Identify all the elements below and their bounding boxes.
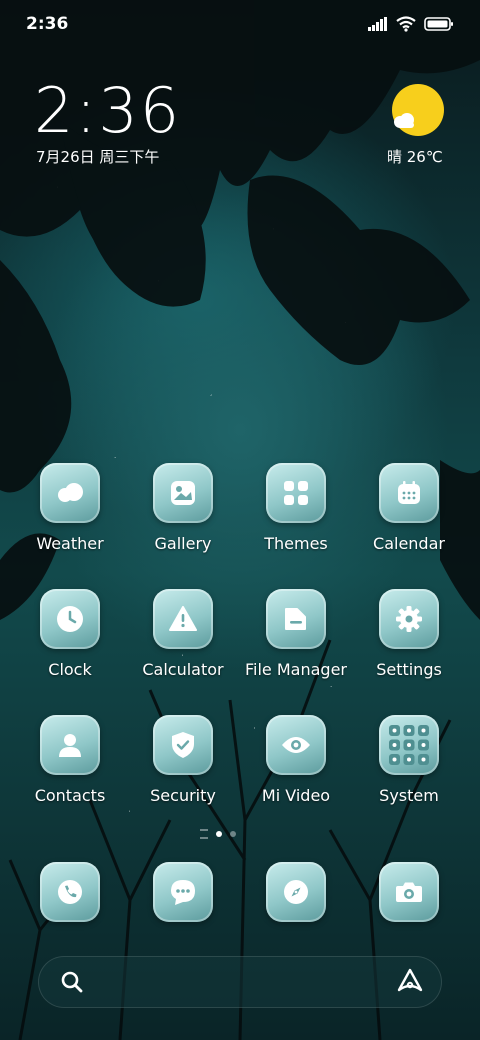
app-mi-video[interactable]: Mi Video bbox=[241, 715, 351, 805]
app-weather[interactable]: Weather bbox=[15, 463, 125, 553]
weather-app-icon[interactable] bbox=[40, 463, 100, 523]
app-contacts[interactable]: Contacts bbox=[15, 715, 125, 805]
settings-app-icon[interactable] bbox=[379, 589, 439, 649]
dock-messages[interactable] bbox=[128, 862, 238, 922]
app-folder-system[interactable]: System bbox=[354, 715, 464, 805]
app-security[interactable]: Security bbox=[128, 715, 238, 805]
app-label: Gallery bbox=[154, 534, 212, 553]
contacts-app-icon[interactable] bbox=[40, 715, 100, 775]
folder-icon bbox=[285, 608, 306, 630]
person-icon bbox=[59, 734, 81, 757]
dock-phone[interactable] bbox=[15, 862, 125, 922]
page-dot bbox=[230, 831, 236, 837]
app-label: Settings bbox=[376, 660, 442, 679]
weather-condition-temp: 晴 26℃ bbox=[387, 148, 443, 166]
calendar-app-icon[interactable] bbox=[379, 463, 439, 523]
shield-icon bbox=[172, 732, 194, 758]
gallery-app-icon[interactable] bbox=[153, 463, 213, 523]
page-dot-active bbox=[216, 831, 222, 837]
app-label: File Manager bbox=[245, 660, 347, 679]
app-themes[interactable]: Themes bbox=[241, 463, 351, 553]
status-time: 2:36 bbox=[26, 14, 69, 34]
eye-icon bbox=[282, 737, 310, 753]
wifi-icon bbox=[396, 16, 416, 32]
file-manager-app-icon[interactable] bbox=[266, 589, 326, 649]
app-label: Clock bbox=[48, 660, 92, 679]
search-icon[interactable] bbox=[60, 970, 84, 994]
sun-icon[interactable] bbox=[392, 84, 444, 136]
cloud-icon bbox=[394, 113, 414, 128]
app-calendar[interactable]: Calendar bbox=[354, 463, 464, 553]
mi-video-app-icon[interactable] bbox=[266, 715, 326, 775]
app-label: Calendar bbox=[373, 534, 445, 553]
themes-app-icon[interactable] bbox=[266, 463, 326, 523]
assistant-icon[interactable] bbox=[396, 968, 424, 994]
app-label: Weather bbox=[36, 534, 104, 553]
app-label: Calculator bbox=[142, 660, 224, 679]
app-label: Themes bbox=[264, 534, 328, 553]
app-label: Mi Video bbox=[261, 786, 331, 805]
signal-icon bbox=[368, 17, 387, 31]
folder-grid-icon bbox=[389, 725, 429, 765]
battery-icon bbox=[424, 17, 453, 31]
app-label: System bbox=[379, 786, 439, 805]
camera-icon bbox=[396, 882, 422, 902]
phone-icon bbox=[58, 880, 82, 904]
app-file-manager[interactable]: File Manager bbox=[241, 589, 351, 679]
image-icon bbox=[171, 481, 195, 505]
weather-cloud-icon bbox=[58, 483, 83, 502]
dock-camera[interactable] bbox=[354, 862, 464, 922]
messages-app-icon[interactable] bbox=[153, 862, 213, 922]
search-bar[interactable] bbox=[38, 956, 442, 1008]
calendar-icon bbox=[398, 481, 420, 504]
page-list-icon bbox=[200, 829, 208, 839]
compass-icon bbox=[284, 880, 308, 904]
clock-widget-date: 7月26日 周三下午 bbox=[36, 148, 160, 166]
status-bar: 2:36 bbox=[26, 14, 454, 36]
calculator-app-icon[interactable] bbox=[153, 589, 213, 649]
page-indicator[interactable] bbox=[200, 829, 236, 839]
system-folder-icon[interactable] bbox=[379, 715, 439, 775]
security-app-icon[interactable] bbox=[153, 715, 213, 775]
camera-app-icon[interactable] bbox=[379, 862, 439, 922]
dock-browser[interactable] bbox=[241, 862, 351, 922]
grid-icon bbox=[284, 481, 308, 505]
warning-icon bbox=[169, 606, 197, 631]
app-gallery[interactable]: Gallery bbox=[128, 463, 238, 553]
gear-icon bbox=[396, 606, 422, 632]
app-label: Contacts bbox=[34, 786, 106, 805]
message-icon bbox=[171, 880, 195, 905]
clock-app-icon[interactable] bbox=[40, 589, 100, 649]
app-settings[interactable]: Settings bbox=[354, 589, 464, 679]
app-label: Security bbox=[150, 786, 216, 805]
clock-widget-time[interactable]: 2:36 bbox=[34, 74, 181, 147]
phone-app-icon[interactable] bbox=[40, 862, 100, 922]
app-clock[interactable]: Clock bbox=[15, 589, 125, 679]
clock-icon bbox=[57, 606, 83, 632]
browser-app-icon[interactable] bbox=[266, 862, 326, 922]
app-calculator[interactable]: Calculator bbox=[128, 589, 238, 679]
